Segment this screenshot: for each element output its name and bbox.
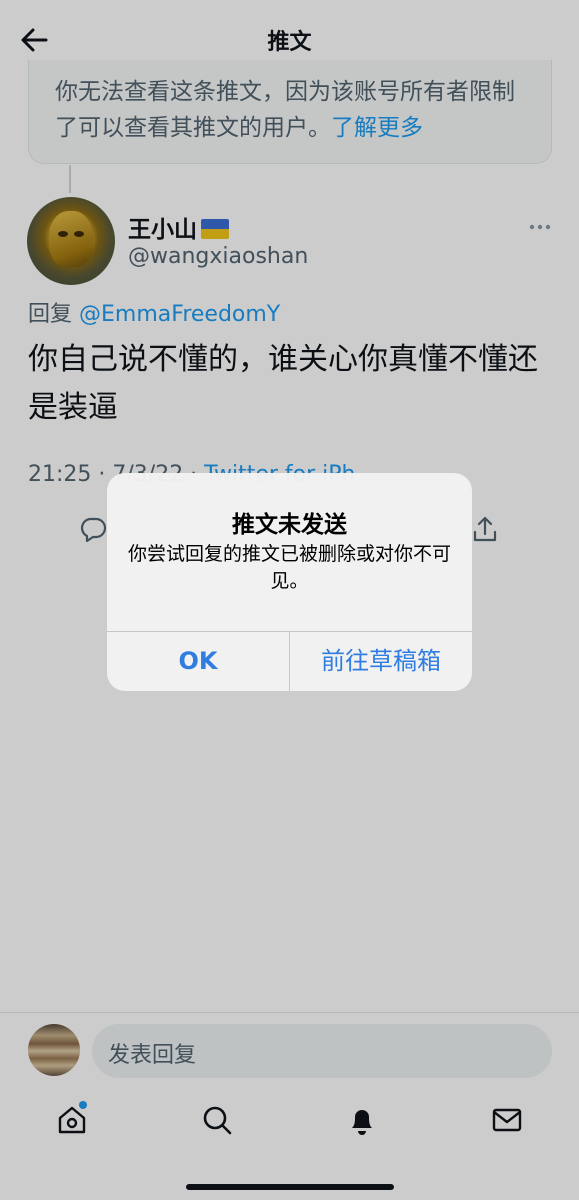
alert-message: 你尝试回复的推文已被删除或对你不可见。: [127, 543, 451, 592]
alert-title: 推文未发送: [232, 512, 347, 538]
tweet-not-sent-alert: 推文未发送 你尝试回复的推文已被删除或对你不可见。 OK 前往草稿箱: [107, 473, 472, 691]
tweet-detail-screen: 推文 你无法查看这条推文，因为该账号所有者限制了可以查看其推文的用户。了解更多 …: [0, 0, 579, 1200]
ok-button[interactable]: OK: [107, 632, 289, 691]
go-to-drafts-button[interactable]: 前往草稿箱: [290, 632, 472, 691]
